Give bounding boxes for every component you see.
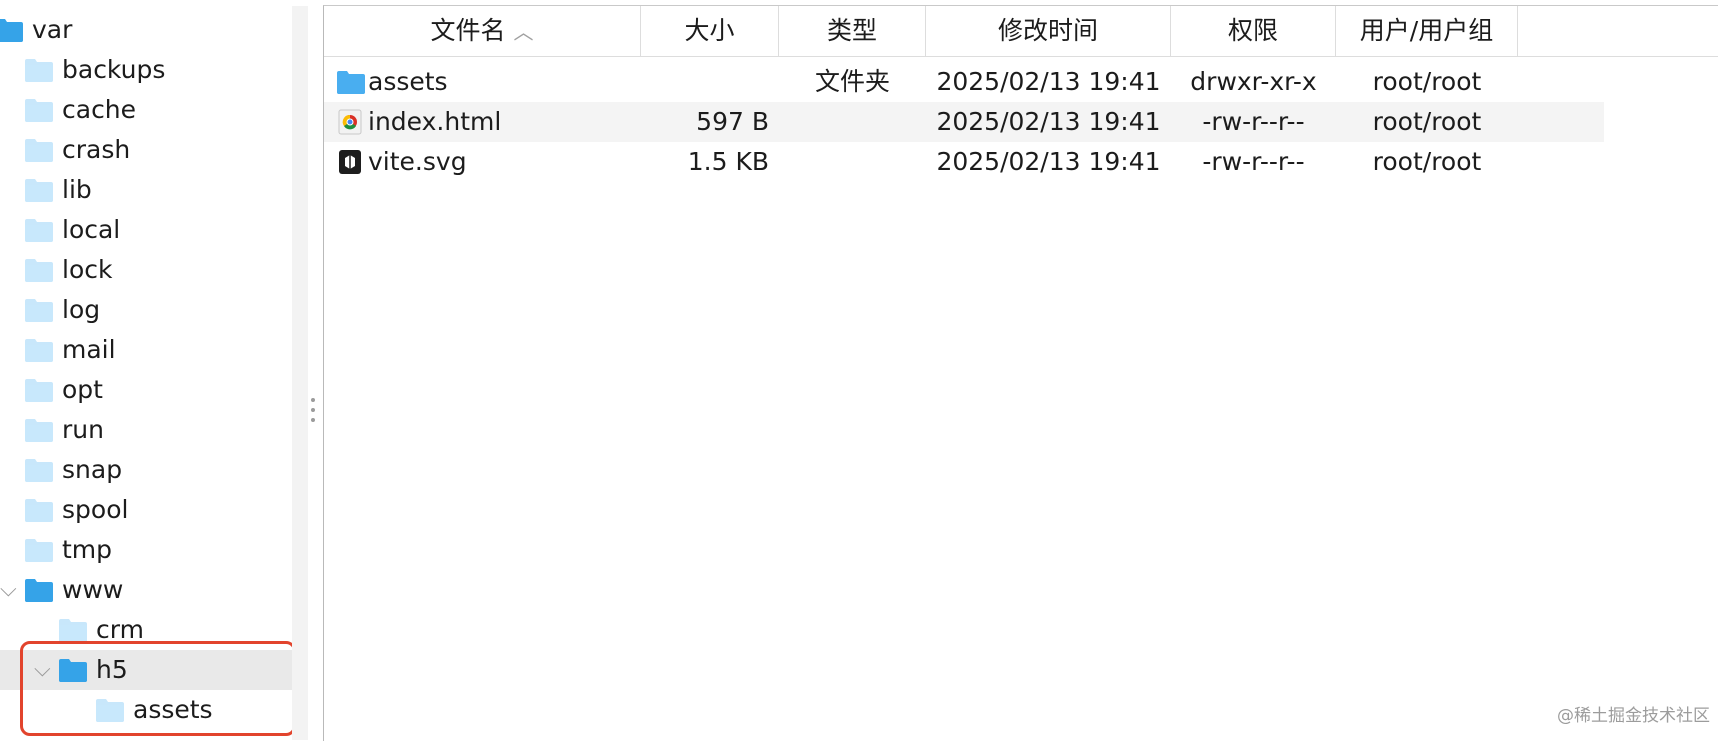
folder-icon bbox=[24, 417, 54, 443]
folder-icon bbox=[24, 57, 54, 83]
folder-icon bbox=[24, 257, 54, 283]
folder-icon bbox=[24, 177, 54, 203]
sidebar-item-lib[interactable]: lib bbox=[0, 170, 292, 210]
sidebar-item-local[interactable]: local bbox=[0, 210, 292, 250]
cell-owner: root/root bbox=[1372, 107, 1482, 136]
sidebar-item-label: crash bbox=[62, 135, 131, 164]
folder-icon bbox=[24, 457, 54, 483]
folder-icon bbox=[24, 97, 54, 123]
sidebar-tree: var backups cache crash lib local lock log mail o… bbox=[0, 0, 296, 740]
watermark: @稀土掘金技术社区 bbox=[1557, 706, 1710, 726]
table-row[interactable]: index.html 597 B 2025/02/13 19:41 -rw-r--r-… bbox=[324, 102, 1604, 142]
sidebar-item-label: local bbox=[62, 215, 121, 244]
cell-owner: root/root bbox=[1372, 147, 1482, 176]
folder-icon bbox=[24, 217, 54, 243]
cell-perm: -rw-r--r-- bbox=[1202, 107, 1305, 136]
table-row[interactable]: vite.svg 1.5 KB 2025/02/13 19:41 -rw-r--r--… bbox=[324, 142, 1604, 182]
folder-icon bbox=[58, 617, 88, 643]
cell-mtime: 2025/02/13 19:41 bbox=[936, 107, 1161, 136]
highlight-annotation bbox=[20, 641, 296, 736]
sidebar-item-lock[interactable]: lock bbox=[0, 250, 292, 290]
table-row[interactable]: assets 文件夹 2025/02/13 19:41 drwxr-xr-x root/… bbox=[324, 62, 1604, 102]
sidebar-item-www[interactable]: ⌵ www bbox=[0, 570, 292, 610]
cell-name: index.html bbox=[368, 107, 502, 136]
sidebar-item-mail[interactable]: mail bbox=[0, 330, 292, 370]
sidebar-item-label: var bbox=[32, 15, 73, 44]
column-header-mtime-label: 修改时间 bbox=[997, 16, 1098, 45]
cell-name: assets bbox=[368, 67, 448, 96]
column-header-name-label: 文件名 bbox=[430, 16, 506, 45]
folder-icon bbox=[24, 337, 54, 363]
cell-perm: drwxr-xr-x bbox=[1190, 67, 1317, 96]
cell-type: 文件夹 bbox=[814, 67, 890, 96]
sidebar-item-label: lock bbox=[62, 255, 113, 284]
sidebar-item-snap[interactable]: snap bbox=[0, 450, 292, 490]
sidebar-item-log[interactable]: log bbox=[0, 290, 292, 330]
sidebar-item-label: lib bbox=[62, 175, 92, 204]
sidebar-item-label: run bbox=[62, 415, 104, 444]
sidebar-item-label: opt bbox=[62, 375, 103, 404]
chrome-html-icon bbox=[336, 109, 364, 135]
chevron-down-icon[interactable]: ⌵ bbox=[0, 576, 17, 604]
sidebar-item-crash[interactable]: crash bbox=[0, 130, 292, 170]
sidebar-item-label: www bbox=[62, 575, 124, 604]
cell-size bbox=[641, 62, 769, 102]
cell-type bbox=[779, 142, 926, 182]
cell-type bbox=[779, 102, 926, 142]
splitter-handle[interactable] bbox=[310, 398, 316, 434]
sidebar-item-label: snap bbox=[62, 455, 123, 484]
column-header-owner-label: 用户/用户组 bbox=[1359, 16, 1494, 45]
cell-perm: -rw-r--r-- bbox=[1202, 147, 1305, 176]
column-header-permissions-label: 权限 bbox=[1227, 16, 1278, 45]
cell-mtime: 2025/02/13 19:41 bbox=[936, 147, 1161, 176]
file-list-panel: 文件名 ︿ 大小 类型 修改时间 权限 用户/用户组 assets 文件夹 2025/… bbox=[323, 5, 1718, 741]
column-header-mtime[interactable]: 修改时间 bbox=[926, 6, 1171, 56]
folder-icon bbox=[24, 137, 54, 163]
folder-icon bbox=[24, 377, 54, 403]
sidebar-item-label: backups bbox=[62, 55, 166, 84]
column-header-type[interactable]: 类型 bbox=[779, 6, 926, 56]
sidebar-item-label: log bbox=[62, 295, 101, 324]
column-header-permissions[interactable]: 权限 bbox=[1171, 6, 1336, 56]
sidebar-item-label: cache bbox=[62, 95, 137, 124]
cell-size: 1.5 KB bbox=[687, 147, 769, 176]
sidebar-item-label: tmp bbox=[62, 535, 113, 564]
sidebar-item-run[interactable]: run bbox=[0, 410, 292, 450]
folder-icon bbox=[24, 537, 54, 563]
folder-icon bbox=[24, 297, 54, 323]
sidebar-item-label: mail bbox=[62, 335, 116, 364]
sidebar-item-cache[interactable]: cache bbox=[0, 90, 292, 130]
file-list-header: 文件名 ︿ 大小 类型 修改时间 权限 用户/用户组 bbox=[324, 6, 1718, 57]
column-header-type-label: 类型 bbox=[826, 16, 877, 45]
column-header-size-label: 大小 bbox=[684, 16, 735, 45]
cell-size: 597 B bbox=[696, 107, 769, 136]
column-header-name[interactable]: 文件名 ︿ bbox=[324, 6, 641, 56]
sidebar-item-tmp[interactable]: tmp bbox=[0, 530, 292, 570]
folder-icon bbox=[0, 17, 24, 43]
sidebar-item-opt[interactable]: opt bbox=[0, 370, 292, 410]
svg-file-icon bbox=[336, 149, 364, 175]
sidebar-item-label: spool bbox=[62, 495, 129, 524]
sidebar-item-var[interactable]: var bbox=[0, 10, 292, 50]
column-header-size[interactable]: 大小 bbox=[641, 6, 779, 56]
column-header-owner[interactable]: 用户/用户组 bbox=[1336, 6, 1518, 56]
sidebar-item-spool[interactable]: spool bbox=[0, 490, 292, 530]
sidebar-item-backups[interactable]: backups bbox=[0, 50, 292, 90]
cell-mtime: 2025/02/13 19:41 bbox=[936, 67, 1161, 96]
cell-owner: root/root bbox=[1372, 67, 1482, 96]
cell-name: vite.svg bbox=[368, 147, 467, 176]
chevron-up-icon: ︿ bbox=[513, 20, 534, 44]
sidebar-scrollbar[interactable] bbox=[292, 6, 308, 740]
folder-icon bbox=[336, 69, 365, 95]
folder-icon bbox=[24, 497, 54, 523]
folder-icon bbox=[24, 577, 54, 603]
